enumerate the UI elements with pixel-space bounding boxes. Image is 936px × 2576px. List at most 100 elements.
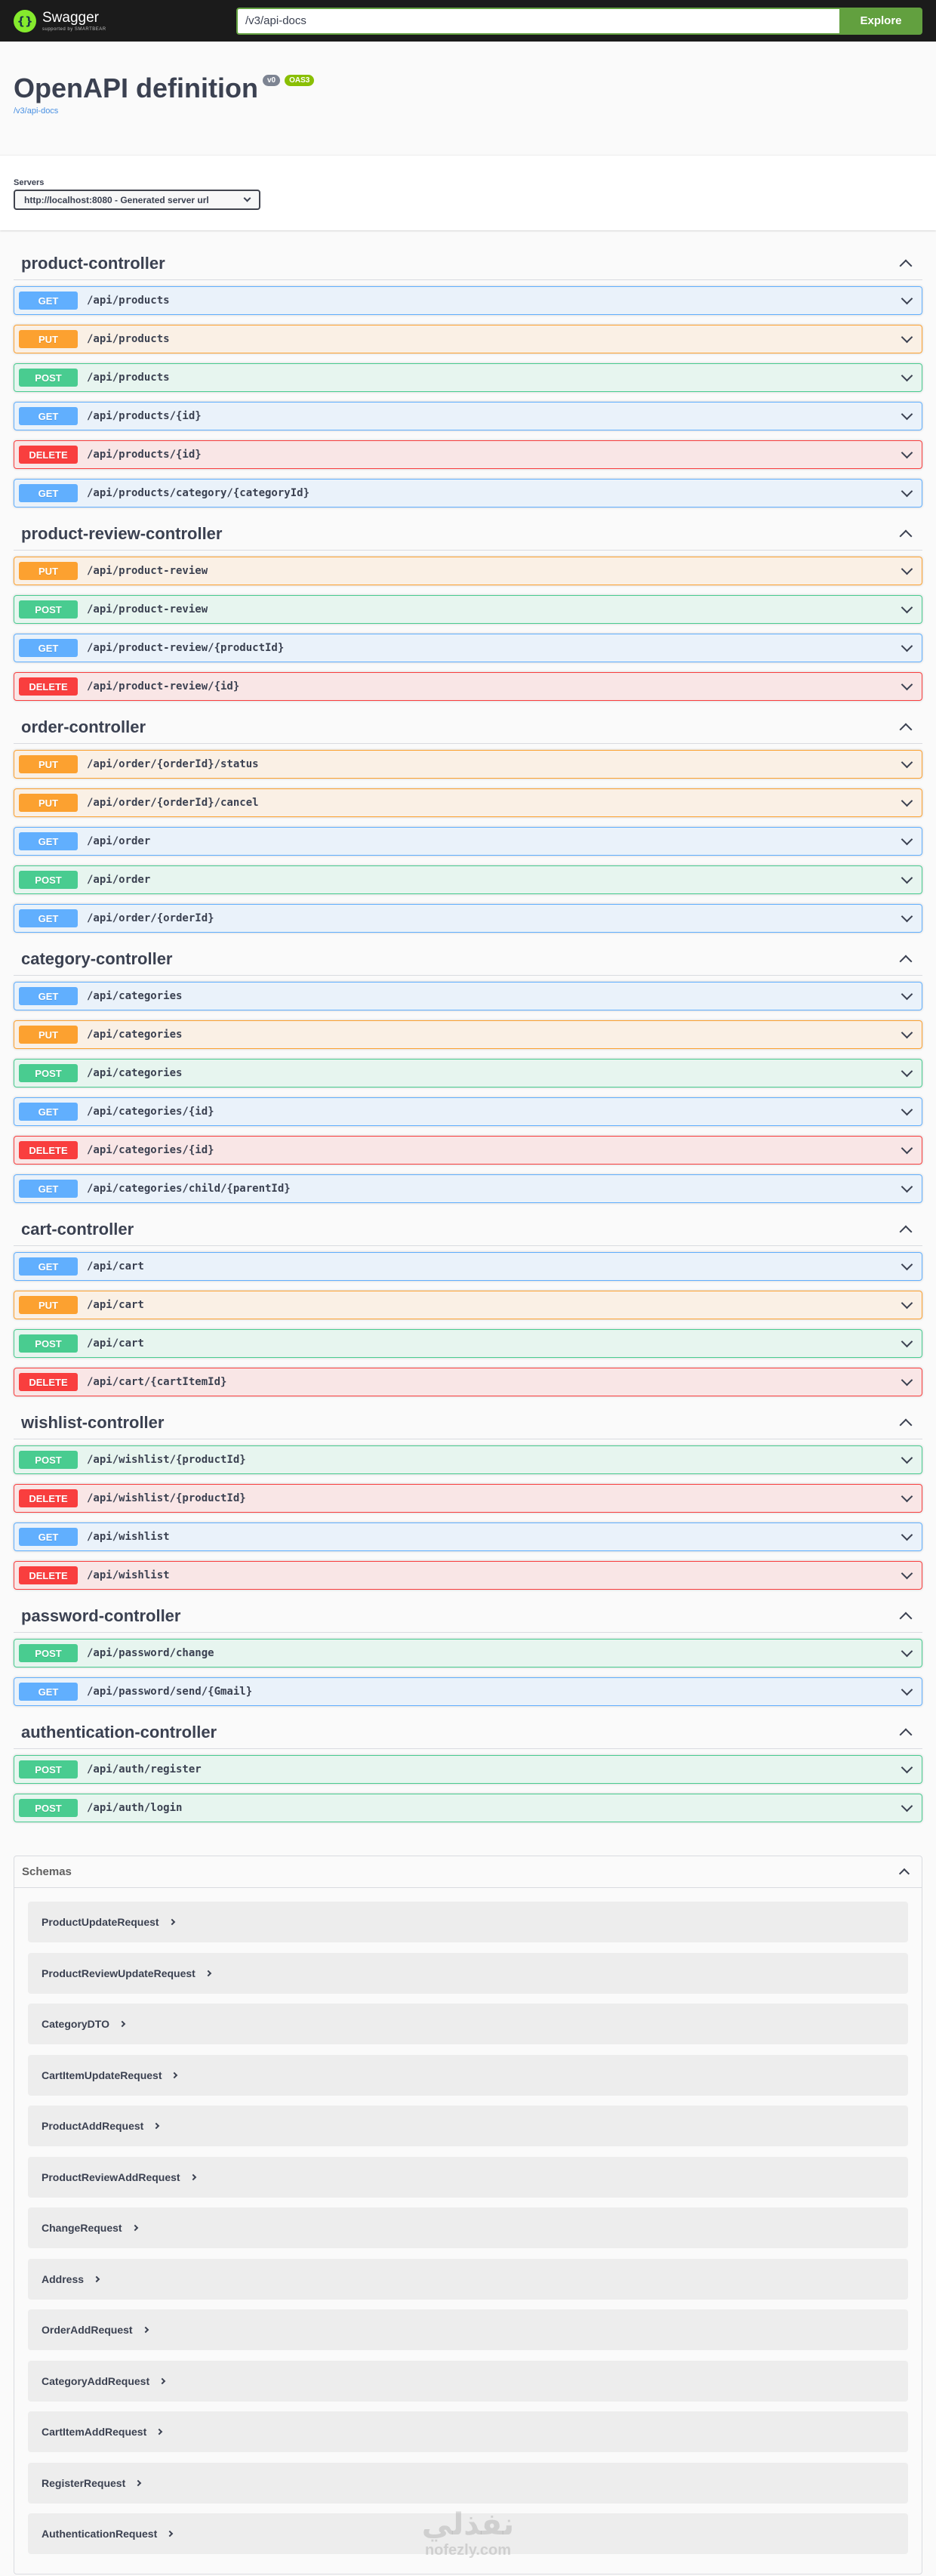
tag-header[interactable]: password-controller (14, 1600, 922, 1633)
schema-model-name: CartItemUpdateRequest (42, 2069, 162, 2081)
schema-model[interactable]: ProductUpdateRequest (28, 1902, 908, 1942)
servers-select[interactable]: http://localhost:8080 - Generated server… (14, 190, 260, 210)
definition-url-input[interactable] (236, 7, 839, 35)
operation-post[interactable]: POST/api/products (14, 363, 922, 392)
tag-header[interactable]: category-controller (14, 942, 922, 976)
operation-get[interactable]: GET/api/products (14, 286, 922, 315)
operation-put[interactable]: PUT/api/cart (14, 1291, 922, 1319)
operation-post[interactable]: POST/api/auth/login (14, 1794, 922, 1822)
chevron-down-icon[interactable] (901, 601, 913, 613)
schema-model[interactable]: CartItemAddRequest (28, 2411, 908, 2452)
chevron-down-icon[interactable] (901, 1065, 913, 1077)
chevron-down-icon[interactable] (901, 988, 913, 1000)
chevron-down-icon[interactable] (901, 1297, 913, 1309)
operation-path: /api/products/{id} (87, 449, 202, 461)
chevron-down-icon[interactable] (901, 1529, 913, 1541)
chevron-down-icon[interactable] (901, 1490, 913, 1502)
chevron-down-icon[interactable] (901, 408, 913, 420)
tag-header[interactable]: order-controller (14, 711, 922, 744)
chevron-down-icon[interactable] (901, 910, 913, 922)
chevron-down-icon[interactable] (901, 369, 913, 381)
chevron-down-icon[interactable] (901, 446, 913, 458)
schema-model[interactable]: ChangeRequest (28, 2207, 908, 2248)
operation-get[interactable]: GET/api/product-review/{productId} (14, 634, 922, 662)
operation-delete[interactable]: DELETE/api/wishlist (14, 1561, 922, 1590)
operation-post[interactable]: POST/api/cart (14, 1329, 922, 1358)
tag-header[interactable]: authentication-controller (14, 1716, 922, 1749)
tag-header[interactable]: product-controller (14, 247, 922, 280)
operation-path: /api/cart/{cartItemId} (87, 1376, 227, 1388)
operation-post[interactable]: POST/api/product-review (14, 595, 922, 624)
schema-model[interactable]: CartItemUpdateRequest (28, 2054, 908, 2096)
schema-model[interactable]: ProductReviewAddRequest (28, 2156, 908, 2198)
operation-put[interactable]: PUT/api/order/{orderId}/status (14, 750, 922, 779)
operation-get[interactable]: GET/api/wishlist (14, 1522, 922, 1551)
operation-post[interactable]: POST/api/auth/register (14, 1755, 922, 1784)
operation-delete[interactable]: DELETE/api/categories/{id} (14, 1136, 922, 1165)
chevron-down-icon[interactable] (901, 1335, 913, 1347)
operation-post[interactable]: POST/api/categories (14, 1059, 922, 1087)
operation-put[interactable]: PUT/api/product-review (14, 557, 922, 585)
schema-model[interactable]: ProductAddRequest (28, 2106, 908, 2146)
operation-delete[interactable]: DELETE/api/products/{id} (14, 440, 922, 469)
chevron-down-icon[interactable] (901, 1800, 913, 1812)
schema-model[interactable]: CategoryDTO (28, 2004, 908, 2044)
chevron-down-icon[interactable] (901, 1683, 913, 1695)
operation-get[interactable]: GET/api/order/{orderId} (14, 904, 922, 933)
tag-header[interactable]: wishlist-controller (14, 1406, 922, 1439)
chevron-down-icon[interactable] (901, 1452, 913, 1464)
operation-put[interactable]: PUT/api/order/{orderId}/cancel (14, 788, 922, 817)
operation-get[interactable]: GET/api/order (14, 827, 922, 856)
operation-delete[interactable]: DELETE/api/product-review/{id} (14, 672, 922, 701)
chevron-down-icon[interactable] (901, 872, 913, 884)
operation-get[interactable]: GET/api/categories/{id} (14, 1097, 922, 1126)
operation-post[interactable]: POST/api/wishlist/{productId} (14, 1445, 922, 1474)
schema-model[interactable]: CategoryAddRequest (28, 2360, 908, 2402)
operation-get[interactable]: GET/api/categories (14, 982, 922, 1010)
schema-model[interactable]: Address (28, 2258, 908, 2300)
operation-delete[interactable]: DELETE/api/wishlist/{productId} (14, 1484, 922, 1513)
chevron-down-icon[interactable] (901, 331, 913, 343)
chevron-down-icon[interactable] (901, 1374, 913, 1386)
chevron-down-icon[interactable] (901, 833, 913, 845)
operation-post[interactable]: POST/api/order (14, 865, 922, 894)
chevron-down-icon[interactable] (901, 485, 913, 497)
operation-get[interactable]: GET/api/cart (14, 1252, 922, 1281)
chevron-down-icon[interactable] (901, 1142, 913, 1154)
api-docs-link[interactable]: /v3/api-docs (14, 106, 922, 116)
operation-put[interactable]: PUT/api/products (14, 325, 922, 353)
operation-get[interactable]: GET/api/products/{id} (14, 402, 922, 430)
schemas-title: Schemas (22, 1865, 72, 1878)
operation-post[interactable]: POST/api/password/change (14, 1639, 922, 1667)
operation-get[interactable]: GET/api/password/send/{Gmail} (14, 1677, 922, 1706)
operation-path: /api/product-review (87, 603, 208, 615)
chevron-down-icon[interactable] (901, 563, 913, 575)
tag-header[interactable]: cart-controller (14, 1213, 922, 1246)
schema-model[interactable]: AuthenticationRequest (28, 2513, 908, 2554)
chevron-down-icon[interactable] (901, 640, 913, 652)
chevron-down-icon[interactable] (901, 1026, 913, 1038)
chevron-down-icon[interactable] (901, 1645, 913, 1657)
schema-model[interactable]: ProductReviewUpdateRequest (28, 1952, 908, 1994)
chevron-down-icon[interactable] (901, 794, 913, 807)
operation-delete[interactable]: DELETE/api/cart/{cartItemId} (14, 1368, 922, 1396)
tag-header[interactable]: product-review-controller (14, 517, 922, 551)
chevron-down-icon[interactable] (901, 1567, 913, 1579)
schema-model[interactable]: OrderAddRequest (28, 2309, 908, 2350)
operation-put[interactable]: PUT/api/categories (14, 1020, 922, 1049)
method-badge: DELETE (19, 1489, 78, 1507)
operation-get[interactable]: GET/api/categories/child/{parentId} (14, 1174, 922, 1203)
operation-get[interactable]: GET/api/products/category/{categoryId} (14, 479, 922, 507)
chevron-down-icon[interactable] (901, 1761, 913, 1773)
chevron-down-icon[interactable] (901, 756, 913, 768)
chevron-down-icon[interactable] (901, 678, 913, 690)
chevron-down-icon[interactable] (901, 1103, 913, 1115)
swagger-logo[interactable]: {} Swagger supported by SMARTBEAR (14, 9, 221, 32)
explore-button[interactable]: Explore (839, 7, 922, 35)
schema-model[interactable]: RegisterRequest (28, 2462, 908, 2504)
chevron-down-icon[interactable] (901, 1180, 913, 1192)
schemas-header[interactable]: Schemas (14, 1856, 922, 1888)
chevron-down-icon[interactable] (901, 292, 913, 304)
operation-path: /api/order/{orderId} (87, 912, 214, 924)
chevron-down-icon[interactable] (901, 1258, 913, 1270)
